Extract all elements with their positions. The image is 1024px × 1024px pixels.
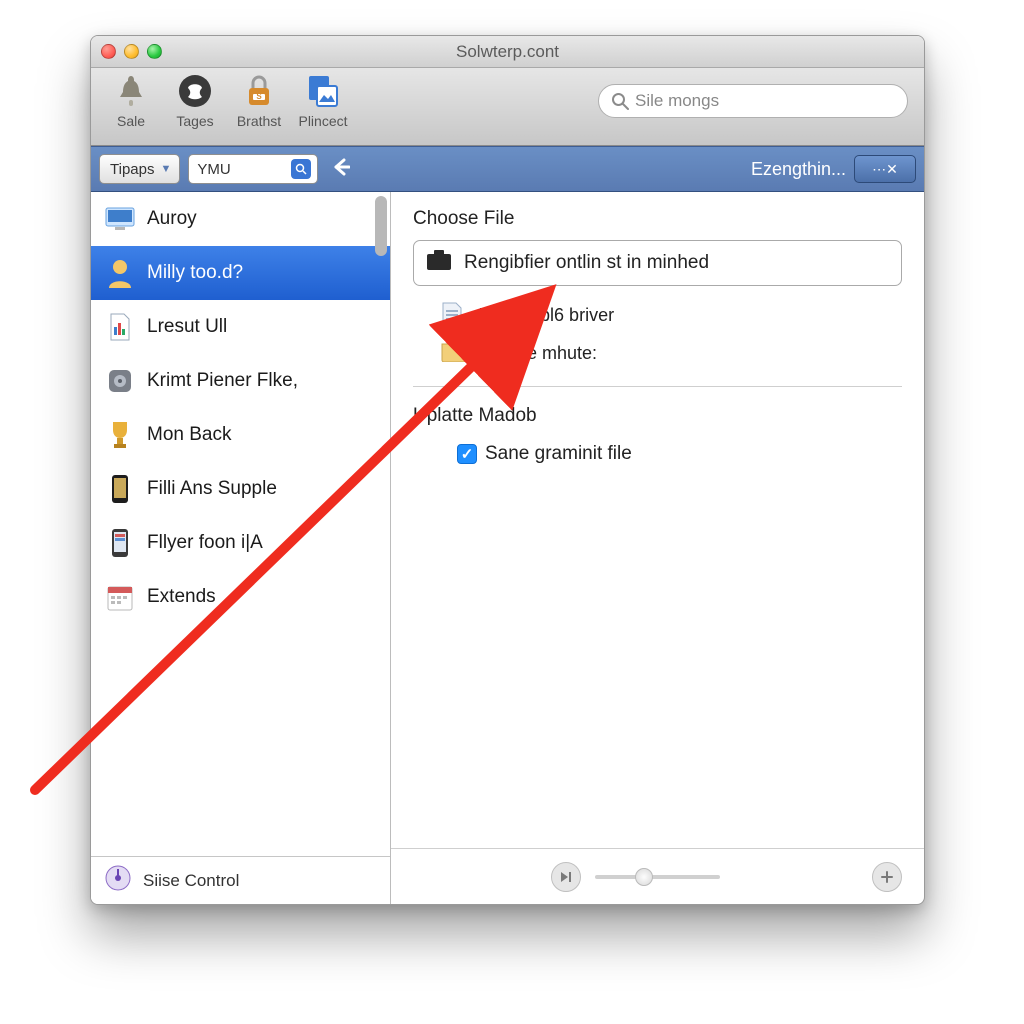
- trophy-icon: [105, 420, 135, 450]
- app-window: Solwterp.cont Sale Tages S Brathst Plinc…: [90, 35, 925, 905]
- source-list[interactable]: Auroy Milly too.d? Lresut Ull Krimt Pien…: [91, 192, 390, 856]
- image-icon: [304, 72, 342, 110]
- toolbar-item-sale[interactable]: Sale: [99, 72, 163, 129]
- sidebar-item-filli[interactable]: Filli Ans Supple: [91, 462, 390, 516]
- window-title: Solwterp.cont: [91, 42, 924, 62]
- close-icon[interactable]: [101, 44, 116, 59]
- arrow-left-icon: [332, 158, 350, 176]
- sidebar: Auroy Milly too.d? Lresut Ull Krimt Pien…: [91, 192, 391, 904]
- plus-icon: [881, 871, 893, 883]
- tools-button[interactable]: ⋯✕: [854, 155, 916, 183]
- detail-column: Choose File Rengibfier ontlin st in minh…: [391, 192, 924, 904]
- sidebar-item-extends[interactable]: Extends: [91, 570, 390, 624]
- file-row-cample[interactable]: Cample mhute:: [413, 334, 902, 372]
- sidebar-item-label: Lresut Ull: [147, 316, 227, 338]
- search-icon[interactable]: [291, 159, 311, 179]
- search-wrap: Sile mongs: [598, 84, 908, 118]
- toolbar-item-plincect[interactable]: Plincect: [291, 72, 355, 129]
- search-icon: [611, 92, 629, 110]
- briefcase-icon: [426, 249, 452, 277]
- toolbar-label: Sale: [99, 113, 163, 129]
- filter-search-input[interactable]: YMU: [188, 154, 318, 184]
- sidebar-item-label: Mon Back: [147, 424, 231, 446]
- checkbox-label: Sane graminit file: [485, 443, 632, 465]
- slider-knob[interactable]: [635, 868, 653, 886]
- calendar-icon: [105, 582, 135, 612]
- progress-slider[interactable]: [595, 875, 719, 879]
- filter-search-value: YMU: [197, 161, 230, 178]
- file-path-field[interactable]: Rengibfier ontlin st in minhed: [413, 240, 902, 286]
- toolbar-label: Brathst: [227, 113, 291, 129]
- file-row-label: AdwlA abl6 briver: [475, 305, 614, 326]
- sidebar-item-label: Fllyer foon i|A: [147, 532, 263, 554]
- file-row-adwla[interactable]: AdwlA abl6 briver: [413, 296, 902, 334]
- phone-icon: [105, 474, 135, 504]
- zoom-icon[interactable]: [147, 44, 162, 59]
- filter-bar: Tipaps ▼ YMU Ezengthin... ⋯✕: [91, 146, 924, 192]
- search-input[interactable]: Sile mongs: [598, 84, 908, 118]
- minimize-icon[interactable]: [124, 44, 139, 59]
- file-row-label: Cample mhute:: [475, 343, 597, 364]
- svg-text:S: S: [256, 92, 262, 101]
- player-bar: [391, 848, 924, 904]
- toolbar-label: Tages: [163, 113, 227, 129]
- back-button[interactable]: [326, 155, 356, 183]
- sidebar-item-fllyer[interactable]: Fllyer foon i|A: [91, 516, 390, 570]
- divider: [413, 386, 902, 387]
- drive-icon: [105, 366, 135, 396]
- sidebar-item-label: Auroy: [147, 208, 197, 230]
- monitor-icon: [105, 204, 135, 234]
- sidebar-item-lresut[interactable]: Lresut Ull: [91, 300, 390, 354]
- sidebar-item-milly[interactable]: Milly too.d?: [91, 246, 390, 300]
- checkbox[interactable]: ✓: [457, 444, 477, 464]
- search-placeholder: Sile mongs: [635, 91, 719, 111]
- phone2-icon: [105, 528, 135, 558]
- toolbar-item-brathst[interactable]: S Brathst: [227, 72, 291, 129]
- sidebar-footer[interactable]: Siise Control: [91, 856, 390, 904]
- dial-icon: [105, 865, 131, 896]
- window-body: Auroy Milly too.d? Lresut Ull Krimt Pien…: [91, 192, 924, 904]
- sidebar-item-krimt[interactable]: Krimt Piener Flke,: [91, 354, 390, 408]
- sidebar-item-label: Filli Ans Supple: [147, 478, 277, 500]
- sidebar-item-label: Milly too.d?: [147, 262, 243, 284]
- dropdown-label: Tipaps: [110, 161, 154, 178]
- sidebar-item-mon-back[interactable]: Mon Back: [91, 408, 390, 462]
- sidebar-item-label: Krimt Piener Flke,: [147, 370, 298, 392]
- checkbox-row[interactable]: ✓ Sane graminit file: [413, 437, 902, 465]
- lock-icon: S: [240, 72, 278, 110]
- detail-pane: Choose File Rengibfier ontlin st in minh…: [391, 192, 924, 848]
- titlebar: Solwterp.cont: [91, 36, 924, 68]
- category-dropdown[interactable]: Tipaps ▼: [99, 154, 180, 184]
- sidebar-footer-label: Siise Control: [143, 871, 239, 891]
- chevron-down-icon: ▼: [160, 163, 171, 175]
- action-button[interactable]: [872, 862, 902, 892]
- file-path-value: Rengibfier ontlin st in minhed: [464, 252, 709, 274]
- update-section-label: Uplatte Madob: [413, 405, 902, 427]
- doc-icon: [105, 312, 135, 342]
- page-icon: [441, 302, 465, 328]
- toolbar-label: Plincect: [291, 113, 355, 129]
- sidebar-item-auroy[interactable]: Auroy: [91, 192, 390, 246]
- toolbar-item-tages[interactable]: Tages: [163, 72, 227, 129]
- sidebar-item-label: Extends: [147, 586, 216, 608]
- scrollbar-thumb[interactable]: [375, 196, 387, 256]
- play-next-button[interactable]: [551, 862, 581, 892]
- breadcrumb[interactable]: Ezengthin...: [751, 159, 846, 180]
- skip-icon: [559, 870, 573, 884]
- toolbar: Sale Tages S Brathst Plincect Sile mongs: [91, 68, 924, 146]
- folder-icon: [441, 340, 465, 366]
- choose-file-label: Choose File: [413, 208, 902, 230]
- traffic-lights: [101, 44, 162, 59]
- user-icon: [105, 258, 135, 288]
- person-icon: [176, 72, 214, 110]
- bell-icon: [112, 72, 150, 110]
